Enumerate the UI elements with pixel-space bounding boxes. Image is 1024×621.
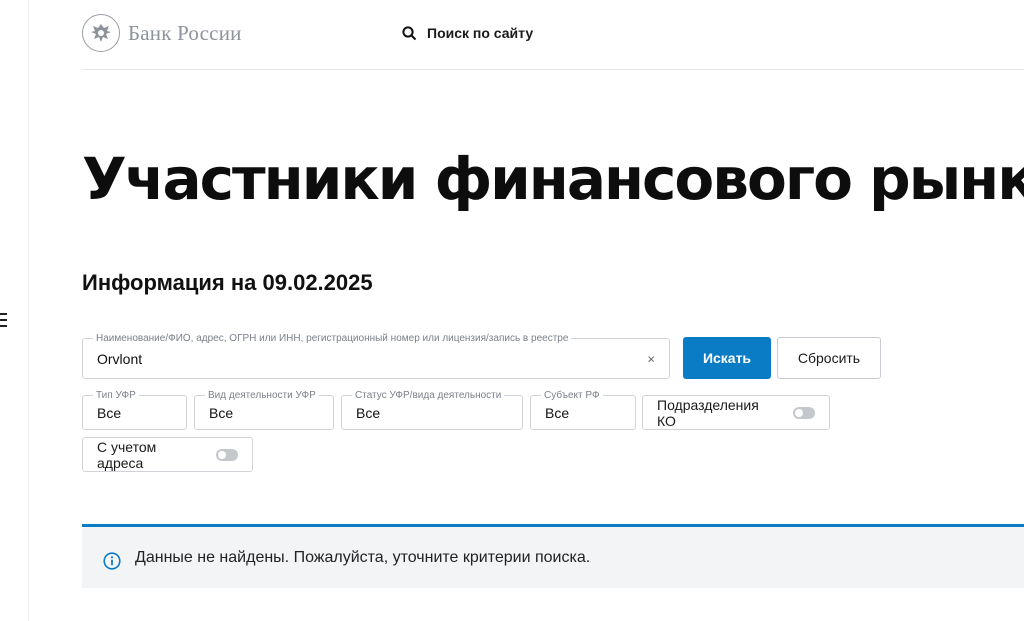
reset-button[interactable]: Сбросить <box>777 337 881 379</box>
toggle-switch-icon[interactable] <box>793 406 815 419</box>
main-search-field[interactable]: Наименование/ФИО, адрес, ОГРН или ИНН, р… <box>82 332 670 379</box>
main-search-label: Наименование/ФИО, адрес, ОГРН или ИНН, р… <box>93 332 572 345</box>
type-ufr-value: Все <box>97 404 122 421</box>
subject-value: Все <box>545 404 570 421</box>
activity-label: Вид деятельности УФР <box>205 389 319 402</box>
site-search-link[interactable]: Поиск по сайту <box>402 25 533 41</box>
page-title: Участники финансового рынка <box>82 145 1024 213</box>
notice-text: Данные не найдены. Пожалуйста, уточните … <box>135 549 591 566</box>
logo[interactable]: Банк России <box>82 14 242 52</box>
status-select[interactable]: Статус УФР/вида деятельности Все <box>341 389 523 430</box>
search-button[interactable]: Искать <box>683 337 771 379</box>
address-toggle-label: С учетом адреса <box>97 438 157 471</box>
info-icon <box>103 552 121 570</box>
activity-select[interactable]: Вид деятельности УФР Все <box>194 389 334 430</box>
eagle-emblem-icon <box>82 14 120 52</box>
logo-text: Банк России <box>128 20 242 45</box>
left-rail <box>0 0 29 621</box>
type-ufr-label: Тип УФР <box>93 389 139 402</box>
branches-toggle-label: Подразделения КО <box>657 396 759 429</box>
status-label: Статус УФР/вида деятельности <box>352 389 505 402</box>
activity-value: Все <box>209 404 234 421</box>
info-date-heading: Информация на 09.02.2025 <box>82 270 373 295</box>
site-header: Банк России Поиск по сайту <box>82 0 1024 70</box>
search-icon <box>402 25 417 40</box>
address-toggle[interactable]: С учетом адреса <box>82 437 253 472</box>
branches-toggle[interactable]: Подразделения КО <box>642 395 830 430</box>
subject-label: Субъект РФ <box>541 389 603 402</box>
type-ufr-select[interactable]: Тип УФР Все <box>82 389 187 430</box>
status-value: Все <box>356 404 381 421</box>
main-search-value[interactable]: Orvlont <box>97 351 142 367</box>
clear-icon[interactable]: × <box>647 351 655 366</box>
toggle-switch-icon[interactable] <box>216 448 238 461</box>
subject-select[interactable]: Субъект РФ Все <box>530 389 636 430</box>
menu-icon[interactable] <box>0 313 7 327</box>
site-search-label: Поиск по сайту <box>427 25 534 41</box>
no-results-notice: Данные не найдены. Пожалуйста, уточните … <box>82 524 1024 588</box>
